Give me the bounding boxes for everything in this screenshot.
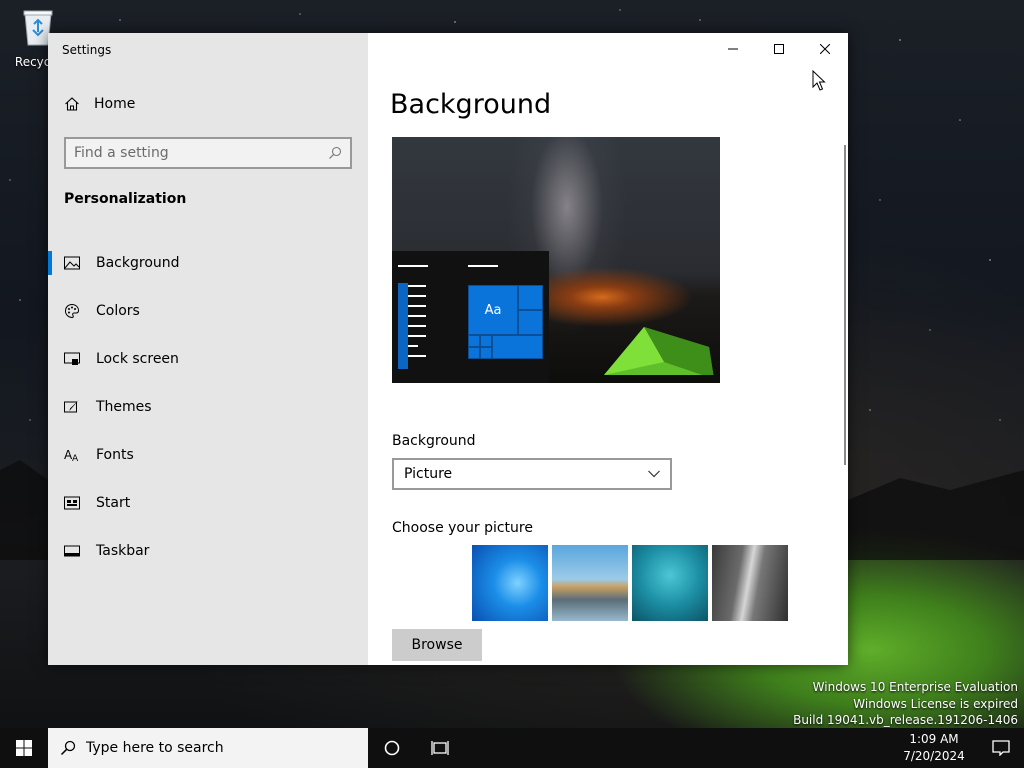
settings-content: Background Aa Background Picture Choose … (368, 33, 848, 665)
cortana-button[interactable] (368, 728, 416, 768)
maximize-button[interactable] (756, 33, 802, 65)
sidebar-item-label: Start (96, 495, 131, 511)
find-setting-placeholder: Find a setting (74, 145, 169, 161)
settings-window: Settings Home Find a setting Personaliza… (48, 33, 848, 665)
minimize-icon (728, 48, 738, 50)
chevron-down-icon (648, 470, 660, 478)
window-controls (710, 33, 848, 65)
background-type-dropdown[interactable]: Picture (392, 458, 672, 490)
scrollbar[interactable] (844, 145, 846, 465)
browse-button[interactable]: Browse (392, 629, 482, 661)
fonts-icon: AA (64, 447, 80, 463)
picture-thumbnail[interactable] (632, 545, 708, 621)
page-title: Background (390, 89, 552, 120)
tent-graphic (604, 327, 714, 383)
background-type-value: Picture (404, 466, 453, 482)
sidebar-item-label: Fonts (96, 447, 134, 463)
close-button[interactable] (802, 33, 848, 65)
sidebar-item-lock-screen[interactable]: Lock screen (48, 335, 368, 383)
system-clock[interactable]: 1:09 AM 7/20/2024 (894, 731, 974, 765)
home-label: Home (94, 96, 136, 112)
search-icon (329, 146, 342, 159)
sidebar-item-colors[interactable]: Colors (48, 287, 368, 335)
sidebar-item-label: Lock screen (96, 351, 179, 367)
taskbar-icon (64, 543, 80, 559)
maximize-icon (774, 44, 784, 54)
sidebar-item-taskbar[interactable]: Taskbar (48, 527, 368, 575)
themes-icon (64, 399, 80, 415)
picture-icon (64, 255, 80, 271)
picture-thumbnail[interactable] (712, 545, 788, 621)
home-link[interactable]: Home (64, 96, 135, 112)
find-setting-input[interactable]: Find a setting (64, 137, 352, 169)
clock-time: 1:09 AM (909, 732, 959, 746)
watermark-line: Windows 10 Enterprise Evaluation (812, 680, 1018, 694)
taskbar: Type here to search 1:09 AM 7/20/2024 (0, 728, 1024, 768)
task-view-button[interactable] (416, 728, 464, 768)
sidebar-item-label: Themes (96, 399, 152, 415)
palette-icon (64, 303, 80, 319)
sidebar-item-label: Taskbar (96, 543, 150, 559)
watermark-line: Windows License is expired (853, 696, 1018, 711)
sidebar-item-label: Background (96, 255, 180, 271)
desktop-preview: Aa (392, 137, 720, 383)
cortana-circle-icon (384, 740, 400, 756)
home-icon (65, 97, 79, 111)
mouse-cursor-icon (812, 70, 826, 91)
picture-thumbnail[interactable] (552, 545, 628, 621)
sidebar-item-start[interactable]: Start (48, 479, 368, 527)
sidebar-item-themes[interactable]: Themes (48, 383, 368, 431)
start-icon (64, 495, 80, 511)
choose-picture-label: Choose your picture (392, 520, 533, 536)
watermark-line: Build 19041.vb_release.191206-1406 (793, 713, 1018, 727)
lock-screen-icon (64, 351, 80, 367)
windows-logo-icon (16, 740, 32, 756)
clock-date: 7/20/2024 (903, 749, 965, 763)
license-watermark: Windows 10 Enterprise Evaluation Windows… (793, 679, 1018, 729)
section-heading: Personalization (64, 191, 187, 207)
taskbar-search-placeholder: Type here to search (86, 740, 224, 756)
picture-choices (472, 545, 788, 621)
search-icon (60, 740, 76, 756)
sidebar-item-label: Colors (96, 303, 140, 319)
start-button[interactable] (0, 728, 48, 768)
sidebar-item-fonts[interactable]: AA Fonts (48, 431, 368, 479)
taskbar-search-box[interactable]: Type here to search (48, 728, 368, 768)
close-icon (820, 44, 830, 54)
minimize-button[interactable] (710, 33, 756, 65)
task-view-icon (431, 741, 449, 755)
action-center-button[interactable] (978, 728, 1024, 768)
background-type-label: Background (392, 433, 476, 449)
start-menu-preview: Aa (392, 251, 549, 383)
notification-icon (992, 740, 1010, 756)
window-title: Settings (62, 43, 112, 57)
settings-sidebar: Settings Home Find a setting Personaliza… (48, 33, 368, 665)
svg-text:A: A (72, 454, 79, 462)
sidebar-nav: Background Colors Lock screen Themes A A… (48, 239, 368, 575)
picture-thumbnail[interactable] (472, 545, 548, 621)
sidebar-item-background[interactable]: Background (48, 239, 368, 287)
preview-tile: Aa (468, 285, 518, 335)
